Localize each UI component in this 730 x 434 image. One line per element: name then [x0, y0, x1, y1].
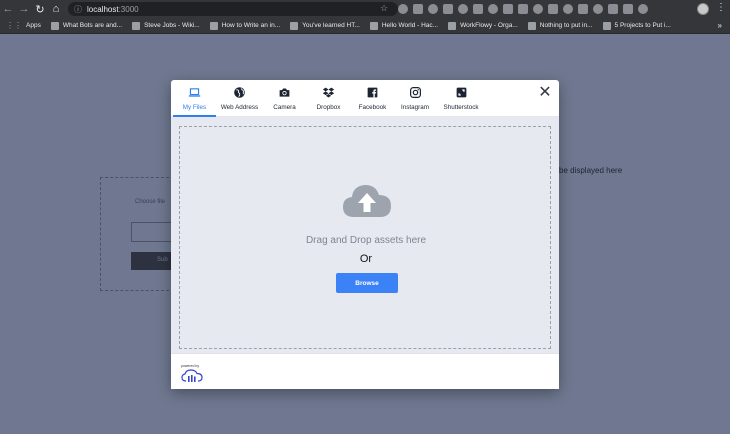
- drop-zone[interactable]: Drag and Drop assets here Or Browse: [179, 126, 551, 349]
- bookmark-label: Nothing to put in...: [539, 22, 593, 29]
- url-host: localhost: [87, 4, 119, 14]
- bookmark-label: How to Write an in...: [221, 22, 281, 29]
- bookmark-item[interactable]: Nothing to put in...: [527, 21, 593, 30]
- extension-icon[interactable]: [443, 4, 453, 14]
- extension-icon[interactable]: [563, 4, 573, 14]
- bookmark-item[interactable]: Steve Jobs - Wiki...: [132, 21, 200, 30]
- extension-icon[interactable]: [458, 4, 468, 14]
- extension-icon[interactable]: [608, 4, 618, 14]
- extension-icon[interactable]: [398, 4, 408, 14]
- bookmark-label: WorkFlowy - Orga...: [460, 22, 518, 29]
- instagram-icon: [409, 87, 421, 98]
- site-info-icon[interactable]: ⓘ: [74, 4, 82, 15]
- extension-icon[interactable]: [503, 4, 513, 14]
- tab-web-address[interactable]: Web Address: [216, 80, 263, 117]
- favicon-icon: [132, 21, 141, 30]
- bookmark-item[interactable]: You've learned HT...: [290, 21, 360, 30]
- tab-label: Web Address: [220, 104, 259, 111]
- extension-icon[interactable]: [533, 4, 543, 14]
- favicon-icon: [527, 21, 536, 30]
- extension-icon[interactable]: [428, 4, 438, 14]
- dropbox-icon: [322, 87, 335, 98]
- apps-grid-icon: ⋮⋮: [6, 20, 22, 30]
- shutterstock-icon: [456, 87, 466, 98]
- tab-label: Camera: [273, 104, 296, 111]
- bookmarks-bar: ⋮⋮ Apps What Bots are and... Steve Jobs -…: [0, 18, 730, 34]
- tab-label: Instagram: [401, 104, 429, 111]
- extension-icon[interactable]: [518, 4, 528, 14]
- favicon-icon: [209, 21, 218, 30]
- upload-body: Drag and Drop assets here Or Browse: [171, 117, 559, 353]
- widget-footer: powered by: [171, 353, 559, 389]
- favicon-icon: [50, 21, 59, 30]
- home-button[interactable]: ⌂: [48, 0, 64, 18]
- tab-label: Facebook: [358, 104, 387, 111]
- profile-avatar[interactable]: [697, 3, 709, 15]
- tab-shutterstock[interactable]: Shutterstock: [436, 80, 486, 117]
- tab-dropbox[interactable]: Dropbox: [306, 80, 351, 117]
- or-text: Or: [359, 253, 373, 265]
- tab-my-files[interactable]: My Files: [173, 80, 216, 117]
- source-tabs: My Files Web Address Camera Dropbox Face…: [171, 80, 559, 117]
- camera-icon: [279, 88, 290, 97]
- globe-icon: [234, 87, 245, 98]
- extension-icon[interactable]: [413, 4, 423, 14]
- extensions-row: [398, 3, 648, 15]
- tab-label: Dropbox: [316, 104, 341, 111]
- bookmark-item[interactable]: How to Write an in...: [209, 21, 281, 30]
- extension-icon[interactable]: [473, 4, 483, 14]
- tab-label: Shutterstock: [443, 104, 479, 111]
- bookmark-item[interactable]: What Bots are and...: [50, 21, 123, 30]
- powered-by-text: powered by: [181, 364, 200, 368]
- drag-drop-text: Drag and Drop assets here: [305, 235, 427, 246]
- bookmark-star-icon[interactable]: ☆: [380, 3, 388, 14]
- bookmark-label: What Bots are and...: [62, 22, 123, 29]
- extension-icon[interactable]: [488, 4, 498, 14]
- browser-menu-icon[interactable]: ⋮: [716, 2, 726, 13]
- extension-icon[interactable]: [578, 4, 588, 14]
- bookmark-label: 5 Projects to Put i...: [614, 22, 671, 29]
- bookmark-item[interactable]: Hello World - Hac...: [369, 21, 439, 30]
- upload-widget-modal: My Files Web Address Camera Dropbox Face…: [171, 80, 559, 389]
- forward-button[interactable]: →: [16, 0, 32, 18]
- back-button[interactable]: ←: [0, 0, 16, 18]
- url-port: :3000: [118, 4, 139, 14]
- background-choose-label: Choose file: [135, 199, 166, 205]
- bookmark-label: Apps: [26, 22, 41, 29]
- favicon-icon: [448, 21, 457, 30]
- bookmark-label: You've learned HT...: [302, 22, 360, 29]
- close-modal-button[interactable]: ✕: [537, 85, 553, 102]
- favicon-icon: [290, 21, 299, 30]
- cloudinary-logo-icon[interactable]: [181, 369, 203, 383]
- favicon-icon: [369, 21, 378, 30]
- bookmark-item[interactable]: 5 Projects to Put i...: [602, 21, 671, 30]
- bookmark-apps[interactable]: ⋮⋮ Apps: [6, 20, 41, 30]
- facebook-icon: [367, 87, 378, 98]
- more-bookmarks-button[interactable]: »: [718, 21, 722, 30]
- extension-icon[interactable]: [548, 4, 558, 14]
- bookmark-label: Hello World - Hac...: [381, 22, 439, 29]
- extension-icon[interactable]: [638, 4, 648, 14]
- tab-camera[interactable]: Camera: [263, 80, 306, 117]
- tab-label: My Files: [182, 104, 207, 111]
- bookmark-item[interactable]: WorkFlowy - Orga...: [448, 21, 518, 30]
- extension-icon[interactable]: [593, 4, 603, 14]
- browse-button[interactable]: Browse: [336, 273, 398, 293]
- cloud-upload-icon: [343, 185, 391, 217]
- reload-button[interactable]: ↻: [32, 0, 48, 18]
- tab-facebook[interactable]: Facebook: [351, 80, 394, 117]
- laptop-icon: [188, 88, 201, 97]
- favicon-icon: [602, 21, 611, 30]
- address-bar[interactable]: ⓘ localhost:3000: [68, 2, 398, 16]
- background-side-text: be displayed here: [559, 166, 623, 175]
- extension-icon[interactable]: [623, 4, 633, 14]
- bookmark-label: Steve Jobs - Wiki...: [144, 22, 200, 29]
- browser-toolbar: ← → ↻ ⌂ ⓘ localhost:3000 ☆ ⋮: [0, 0, 730, 18]
- tab-instagram[interactable]: Instagram: [394, 80, 436, 117]
